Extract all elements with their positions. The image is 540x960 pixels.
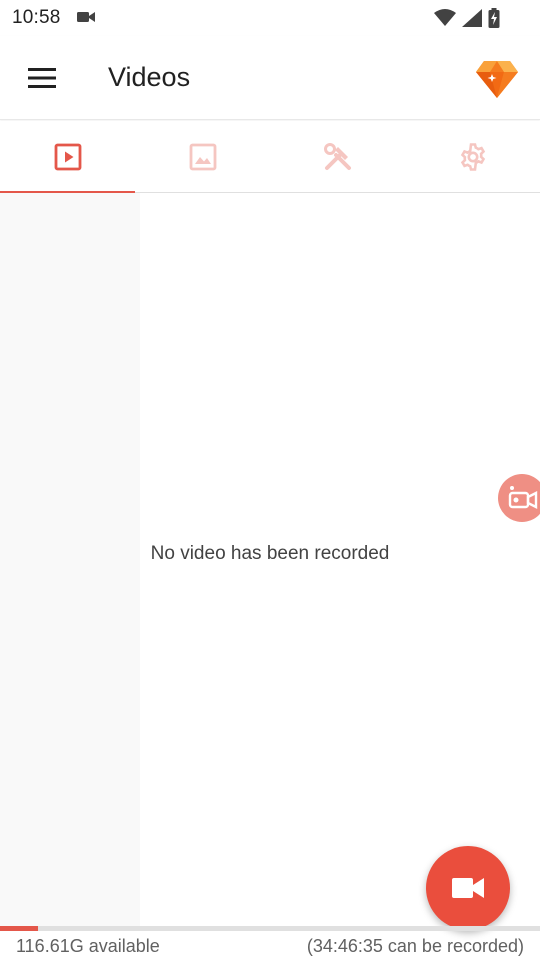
- tab-tools[interactable]: [270, 121, 405, 193]
- storage-available-text: 116.61G available: [16, 936, 160, 956]
- wifi-icon: [434, 9, 456, 26]
- page-title: Videos: [108, 62, 191, 92]
- storage-usage-bar: [0, 926, 540, 931]
- video-list-area: No video has been recorded: [0, 193, 540, 926]
- diamond-icon: [476, 61, 518, 98]
- menu-button[interactable]: [18, 58, 66, 98]
- hamburger-menu-icon: [28, 68, 56, 88]
- image-icon: [189, 143, 216, 171]
- tab-videos[interactable]: [0, 121, 135, 194]
- status-bar: 10:58: [0, 0, 540, 36]
- record-video-button[interactable]: [426, 846, 510, 930]
- status-time: 10:58: [12, 7, 61, 28]
- tools-icon: [323, 143, 351, 170]
- cell-signal-icon: [462, 9, 482, 27]
- tab-images[interactable]: [135, 121, 270, 193]
- camera-recorder-icon: [508, 486, 538, 509]
- premium-button[interactable]: [474, 56, 520, 102]
- tab-settings[interactable]: [405, 121, 540, 193]
- play-video-icon: [54, 143, 81, 171]
- gear-icon: [460, 143, 485, 171]
- battery-charging-icon: [488, 8, 500, 28]
- video-camera-icon: [452, 878, 484, 898]
- storage-usage-fill: [0, 926, 38, 931]
- tab-bar: [0, 121, 540, 194]
- app-bar: Videos: [0, 36, 540, 120]
- empty-state-message: No video has been recorded: [150, 543, 390, 564]
- storage-recordable-text: (34:46:35 can be recorded): [306, 936, 524, 956]
- status-icons: [434, 7, 500, 29]
- video-camera-status-icon: [77, 12, 95, 22]
- floating-recorder-button[interactable]: [498, 474, 540, 522]
